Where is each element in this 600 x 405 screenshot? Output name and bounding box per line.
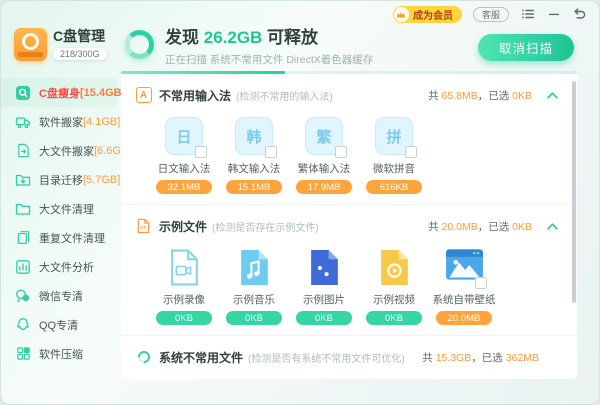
size-badge: 15.1MB (226, 180, 282, 194)
truck-icon (15, 114, 31, 130)
item-checkbox[interactable] (475, 277, 487, 289)
app-window: 成为会员 客服 C盘管理 218/300G (0, 0, 600, 405)
size-badge: 17.9MB (296, 180, 352, 194)
sidebar-item-big-file-analyze[interactable]: 大文件分析 (1, 252, 117, 281)
scanning-ring-icon (135, 349, 152, 366)
wechat-icon (15, 288, 31, 304)
collapse-chevron-icon[interactable] (546, 91, 559, 100)
scan-spinner-icon (125, 30, 154, 59)
item-sample-video[interactable]: 示例视频 0KB (359, 247, 429, 325)
slim-scan-icon (15, 85, 31, 101)
size-badge: 0KB (156, 311, 212, 325)
disk-drive-icon (14, 28, 47, 61)
app-header: C盘管理 218/300G (1, 28, 117, 62)
item-checkbox[interactable] (335, 146, 347, 158)
section-totals: 共 65.8MB，已选 0KB (428, 88, 532, 103)
sidebar: C盘管理 218/300G C盘瘦身[15.4GB] 软件搬家[4.1GB] (1, 1, 117, 405)
sidebar-item-value: [15.4GB] (80, 87, 125, 99)
sample-files-section-icon (135, 218, 152, 235)
back-undo-icon[interactable] (572, 7, 587, 22)
section-hint: (检测是否存在示例文件) (212, 219, 319, 234)
section-hint: (检测是否有系统不常用文件可优化) (248, 350, 405, 365)
sidebar-item-app-compress[interactable]: 软件压缩 (1, 339, 117, 368)
bar-chart-icon (15, 259, 31, 275)
titlebar: 成为会员 客服 (1, 1, 599, 27)
sidebar-item-big-file-clean[interactable]: 大文件清理 (1, 194, 117, 223)
folder-icon (15, 201, 31, 217)
duplicate-files-icon (15, 230, 31, 246)
cancel-scan-button[interactable]: 取消扫描 (478, 34, 574, 61)
sidebar-item-qq-clean[interactable]: QQ专清 (1, 310, 117, 339)
section-title: 系统不常用文件 (159, 349, 243, 366)
item-sample-music[interactable]: 示例音乐 0KB (219, 247, 289, 325)
sidebar-item-directory-migrate[interactable]: 目录迁移[5.7GB] (1, 165, 117, 194)
item-sample-picture[interactable]: 示例图片 0KB (289, 247, 359, 325)
item-checkbox[interactable] (265, 146, 277, 158)
sample-items-row: 示例录像 0KB 示例音乐 0KB 示例图片 0KB (133, 241, 567, 335)
sample-video-icon (374, 247, 414, 287)
size-badge: 32.1MB (156, 180, 212, 194)
crown-icon (394, 7, 409, 22)
section-totals: 共 15.3GB，已选 362MB (422, 350, 539, 365)
size-badge: 616KB (366, 180, 422, 194)
become-vip-button[interactable]: 成为会员 (393, 6, 462, 23)
sidebar-item-app-mover[interactable]: 软件搬家[4.1GB] (1, 107, 117, 136)
results-panel: A 不常用输入法 (检测不常用的输入法) 共 65.8MB，已选 0KB 日 日… (121, 74, 577, 379)
sidebar-item-big-file-mover[interactable]: 大文件搬家[6.6GB] (1, 136, 117, 165)
scan-header: 发现 26.2GB 可释放 正在扫描 系统不常用文件 DirectX着色器缓存 (125, 27, 373, 67)
sidebar-item-slim-c-drive[interactable]: C盘瘦身[15.4GB] (1, 78, 117, 107)
scrollbar-thumb[interactable] (572, 81, 576, 303)
disk-usage-badge: 218/300G (53, 48, 107, 60)
section-title: 示例文件 (159, 218, 207, 235)
file-move-icon (15, 143, 31, 159)
section-unused-ime: A 不常用输入法 (检测不常用的输入法) 共 65.8MB，已选 0KB 日 日… (121, 74, 577, 204)
collapse-chevron-icon[interactable] (546, 222, 559, 231)
sidebar-menu: C盘瘦身[15.4GB] 软件搬家[4.1GB] 大文件搬家[6.6GB] 目录… (1, 78, 117, 368)
size-badge: 0KB (296, 311, 352, 325)
item-traditional-ime[interactable]: 繁 繁体输入法 17.9MB (289, 116, 359, 194)
menu-list-icon[interactable] (520, 7, 535, 22)
item-japanese-ime[interactable]: 日 日文输入法 32.1MB (149, 116, 219, 194)
size-badge: 0KB (366, 311, 422, 325)
item-sample-recording[interactable]: 示例录像 0KB (149, 247, 219, 325)
scan-status-text: 正在扫描 系统不常用文件 DirectX着色器缓存 (165, 52, 373, 67)
section-totals: 共 20.0MB，已选 0KB (428, 219, 532, 234)
item-checkbox[interactable] (195, 146, 207, 158)
folder-arrow-icon (15, 172, 31, 188)
item-checkbox[interactable] (405, 146, 417, 158)
item-korean-ime[interactable]: 韩 韩文输入法 15.1MB (219, 116, 289, 194)
scan-result-title: 发现 26.2GB 可释放 (165, 27, 373, 48)
section-title: 不常用输入法 (159, 87, 231, 104)
releasable-size: 26.2GB (204, 28, 263, 47)
vip-label: 成为会员 (413, 7, 453, 22)
sidebar-item-label: C盘瘦身 (39, 85, 80, 101)
app-title: C盘管理 (53, 28, 107, 44)
size-badge: 20.0MB (436, 311, 492, 325)
ime-items-row: 日 日文输入法 32.1MB 韩 韩文输入法 15.1MB 繁 繁体输入法 17… (133, 110, 567, 204)
section-system-unused: 系统不常用文件 (检测是否有系统不常用文件可优化) 共 15.3GB，已选 36… (121, 335, 577, 390)
qq-penguin-icon (15, 317, 31, 333)
item-system-wallpaper[interactable]: 系统自带壁纸 20.0MB (429, 247, 499, 325)
sidebar-item-wechat-clean[interactable]: 微信专清 (1, 281, 117, 310)
sidebar-item-duplicate-clean[interactable]: 重复文件清理 (1, 223, 117, 252)
sample-picture-icon (304, 247, 344, 287)
sample-music-icon (234, 247, 274, 287)
minimize-icon[interactable] (546, 7, 561, 22)
grid-icon (15, 346, 31, 362)
sample-recording-icon (164, 247, 204, 287)
section-hint: (检测不常用的输入法) (236, 88, 333, 103)
ime-section-icon: A (135, 87, 152, 104)
item-ms-pinyin[interactable]: 拼 微软拼音 616KB (359, 116, 429, 194)
support-button[interactable]: 客服 (473, 7, 509, 22)
size-badge: 0KB (226, 311, 282, 325)
section-sample-files: 示例文件 (检测是否存在示例文件) 共 20.0MB，已选 0KB 示例录像 0… (121, 204, 577, 335)
